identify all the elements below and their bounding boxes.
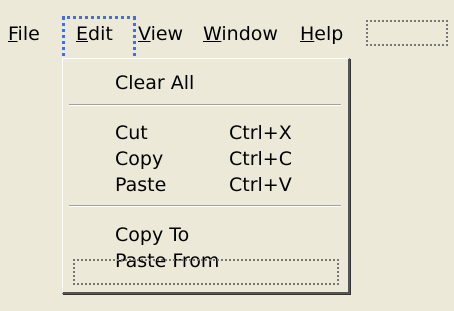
menu-item-paste-shortcut: Ctrl+V xyxy=(229,173,292,197)
menu-edit[interactable]: Edit xyxy=(76,20,113,48)
menu-help-label: Help xyxy=(300,23,344,45)
menu-window[interactable]: Window xyxy=(203,20,278,48)
menu-item-cut-label: Cut xyxy=(115,122,148,144)
menu-item-copy-label: Copy xyxy=(115,148,164,170)
menu-item-copy[interactable]: Copy xyxy=(115,147,163,171)
menu-bar: File Edit View Window Help xyxy=(0,0,454,66)
menu-file-label: File xyxy=(8,23,40,45)
menu-file-label-rest: ile xyxy=(17,23,40,45)
menu-edit-label: Edit xyxy=(76,23,113,45)
menu-window-label: Window xyxy=(203,23,278,45)
menu-item-paste[interactable]: Paste xyxy=(115,173,166,197)
menu-help-label-rest: elp xyxy=(314,23,344,45)
menu-view-label: View xyxy=(138,23,184,45)
menu-item-copy-to-label: Copy To xyxy=(115,224,190,246)
menu-item-clear-all-label: Clear All xyxy=(115,72,195,94)
menu-item-copy-to[interactable]: Copy To xyxy=(115,223,189,247)
menu-view[interactable]: View xyxy=(138,20,183,48)
menu-window-label-rest: indow xyxy=(221,23,278,45)
menu-empty-slot[interactable] xyxy=(73,259,339,285)
menu-file[interactable]: File xyxy=(8,20,40,48)
cut-shortcut-text: Ctrl+X xyxy=(229,122,292,144)
menu-help[interactable]: Help xyxy=(300,20,343,48)
copy-shortcut-text: Ctrl+C xyxy=(229,148,292,170)
menu-separator-2 xyxy=(69,205,341,207)
menu-item-paste-label: Paste xyxy=(115,174,167,196)
menu-view-label-rest: iew xyxy=(150,23,184,45)
edit-dropdown-menu: Clear All Cut Ctrl+X Copy Ctrl+C Paste C… xyxy=(62,58,350,294)
menu-item-cut[interactable]: Cut xyxy=(115,121,148,145)
menu-edit-label-rest: dit xyxy=(88,23,113,45)
menu-item-cut-shortcut: Ctrl+X xyxy=(229,121,292,145)
menu-separator-1 xyxy=(69,104,341,106)
paste-shortcut-text: Ctrl+V xyxy=(229,174,292,196)
menu-bar-empty-slot[interactable] xyxy=(366,20,448,46)
menu-item-copy-shortcut: Ctrl+C xyxy=(229,147,292,171)
menu-item-clear-all[interactable]: Clear All xyxy=(115,71,194,95)
